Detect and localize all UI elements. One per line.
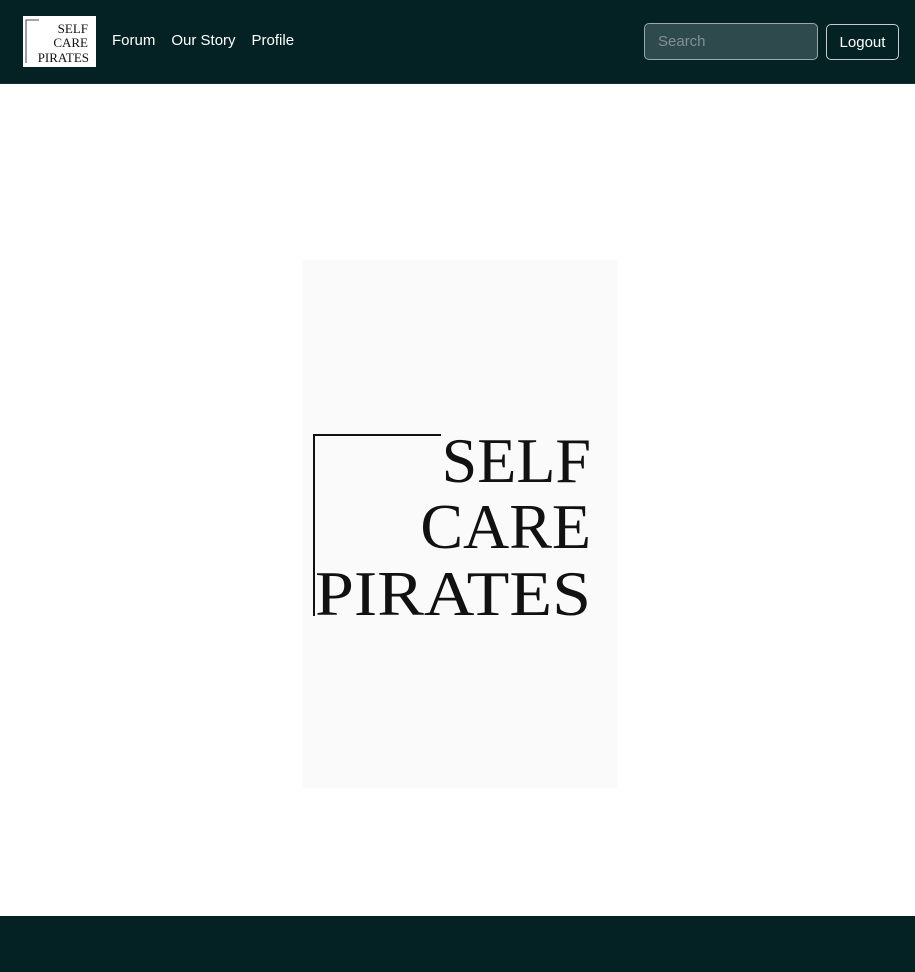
search-input[interactable] bbox=[644, 23, 818, 60]
main-content: SELF CARE PIRATES bbox=[0, 85, 915, 916]
hero-logo-image: SELF CARE PIRATES bbox=[313, 425, 591, 629]
nav-link-our-story[interactable]: Our Story bbox=[171, 31, 235, 51]
hero-logo: SELF CARE PIRATES bbox=[303, 260, 617, 788]
top-navbar: SELF CARE PIRATES Forum Our Story Profil… bbox=[0, 0, 915, 84]
brand-logo-line-1: SELF bbox=[58, 21, 88, 36]
page-footer bbox=[0, 916, 915, 972]
brand-logo-line-3: PIRATES bbox=[38, 50, 89, 65]
nav-link-forum[interactable]: Forum bbox=[112, 31, 155, 51]
hero-logo-line-3: PIRATES bbox=[315, 558, 591, 629]
nav-link-profile[interactable]: Profile bbox=[252, 31, 295, 51]
brand-logo-mark: SELF CARE PIRATES bbox=[25, 19, 89, 65]
brand-logo[interactable]: SELF CARE PIRATES bbox=[23, 16, 96, 67]
brand-logo-line-2: CARE bbox=[53, 35, 88, 50]
hero-logo-line-1: SELF bbox=[442, 425, 591, 496]
primary-nav: Forum Our Story Profile bbox=[112, 31, 310, 51]
logout-button[interactable]: Logout bbox=[826, 24, 899, 60]
hero-logo-line-2: CARE bbox=[420, 491, 591, 562]
